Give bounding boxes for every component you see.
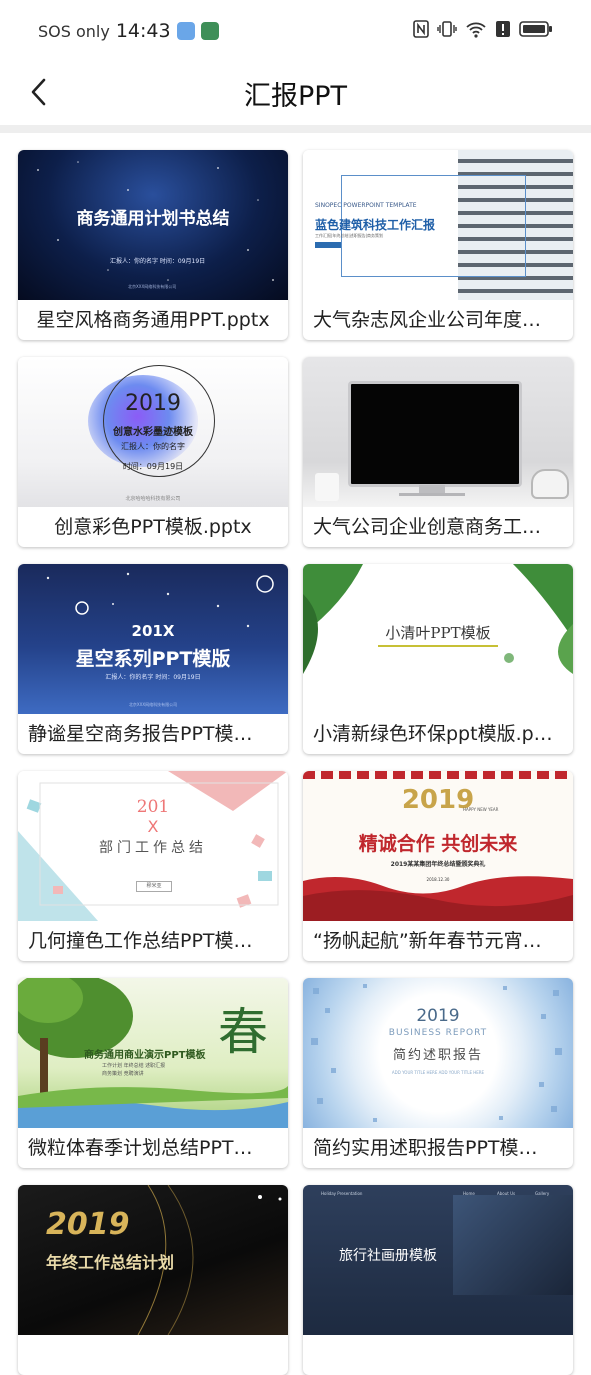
template-thumbnail: 201X 星空系列PPT模版 汇报人：你的名字 时间：09月19日 北京XXX网… bbox=[18, 564, 288, 714]
thumb-subtitle: 星空系列PPT模版 bbox=[75, 648, 231, 670]
template-thumbnail: 商务通用计划书总结 汇报人：你的名字 时间：09月19日 北京XXX网络科技有限… bbox=[18, 150, 288, 300]
page-title: 汇报PPT bbox=[243, 81, 348, 112]
thumb-title: 商务通用商业演示PPT模板 bbox=[84, 1050, 206, 1061]
template-card[interactable]: 2019 BUSINESS REPORT 简约述职报告 ADD YOUR TIT… bbox=[303, 978, 573, 1168]
template-card[interactable]: Holiday Presentation Home About Us Galle… bbox=[303, 1185, 573, 1375]
template-caption: 星空风格商务通用PPT.pptx bbox=[36, 309, 270, 331]
template-caption: 几何撞色工作总结PPT模… bbox=[28, 930, 253, 952]
template-caption: “扬帆起航”新年春节元宵… bbox=[313, 930, 542, 952]
thumb-footer: 北京XXX网络科技有限公司 bbox=[128, 702, 178, 707]
template-thumbnail: SINOPEC POWERPOINT TEMPLATE 蓝色建筑科技工作汇报 工… bbox=[303, 150, 573, 300]
template-caption bbox=[18, 1335, 288, 1375]
vibrate-icon bbox=[437, 21, 457, 37]
template-caption: 微粒体春季计划总结PPT… bbox=[28, 1137, 253, 1159]
template-thumbnail: 小清叶PPT模板 bbox=[303, 564, 573, 714]
thumb-title: 商务通用计划书总结 bbox=[76, 209, 230, 229]
template-card[interactable]: 小清叶PPT模板 小清新绿色环保ppt模版.p… bbox=[303, 564, 573, 754]
thumb-title: 小清叶PPT模板 bbox=[385, 624, 491, 642]
template-caption: 简约实用述职报告PPT模… bbox=[313, 1137, 538, 1159]
thumb-subtitle: HAPPY NEW YEAR bbox=[463, 807, 499, 812]
template-card[interactable]: 商务通用计划书总结 汇报人：你的名字 时间：09月19日 北京XXX网络科技有限… bbox=[18, 150, 288, 340]
thumb-footer: 北京XXX网络科技有限公司 bbox=[128, 284, 177, 289]
thumb-subtitle: BUSINESS REPORT bbox=[388, 1028, 488, 1038]
thumb-footer: 北京哈哈哈科技有限公司 bbox=[125, 496, 181, 502]
thumb-subtitle: 创意水彩墨迹模板 bbox=[113, 427, 193, 438]
thumb-title: 2019 bbox=[401, 785, 475, 815]
alert-icon bbox=[496, 21, 510, 37]
template-caption: 大气公司企业创意商务工… bbox=[313, 516, 542, 538]
thumb-line1: 简约述职报告 bbox=[392, 1048, 483, 1063]
thumb-title: 2019 bbox=[416, 1006, 460, 1026]
template-caption: 创意彩色PPT模板.pptx bbox=[54, 516, 252, 538]
thumb-title: 201X bbox=[131, 622, 175, 640]
template-card[interactable]: 2019 创意水彩墨迹模板 汇报人：你的名字 时间：09月19日 北京哈哈哈科技… bbox=[18, 357, 288, 547]
template-thumbnail bbox=[303, 357, 573, 507]
template-thumbnail: 2019 创意水彩墨迹模板 汇报人：你的名字 时间：09月19日 北京哈哈哈科技… bbox=[18, 357, 288, 507]
thumb-footer: 2018.12.30 bbox=[426, 877, 450, 882]
thumb-subtitle: 部门工作总结 bbox=[99, 840, 207, 856]
thumb-subtitle: 汇报人：你的名字 时间：09月19日 bbox=[110, 258, 206, 265]
thumb-footer: ADD YOUR TITLE HERE ADD YOUR TITLE HERE bbox=[391, 1070, 485, 1075]
thumb-nav-home: Home bbox=[463, 1191, 475, 1196]
template-card[interactable]: 大气公司企业创意商务工… bbox=[303, 357, 573, 547]
template-thumbnail: 201 X 部门工作总结 穆米亚 bbox=[18, 771, 288, 921]
thumb-footer: 穆米亚 bbox=[136, 881, 172, 892]
template-card[interactable]: 春 商务通用商业演示PPT模板 工作计划 年终总结 述职汇报 商务策划 竞聘演讲… bbox=[18, 978, 288, 1168]
template-thumbnail: 2019 HAPPY NEW YEAR 精诚合作 共创未来 2019某某集团年终… bbox=[303, 771, 573, 921]
thumb-line1: 汇报人：你的名字 时间：09月19日 bbox=[105, 674, 201, 681]
template-card[interactable]: 2019 HAPPY NEW YEAR 精诚合作 共创未来 2019某某集团年终… bbox=[303, 771, 573, 961]
thumb-subtitle: SINOPEC POWERPOINT TEMPLATE bbox=[315, 202, 417, 209]
nfc-icon bbox=[413, 20, 429, 38]
thumb-title: 2019 bbox=[125, 391, 181, 416]
status-bar: SOS only 14:43 bbox=[0, 0, 591, 62]
fitness-app-icon bbox=[200, 22, 219, 40]
clock: 14:43 bbox=[115, 20, 171, 42]
template-thumbnail: 2019 BUSINESS REPORT 简约述职报告 ADD YOUR TIT… bbox=[303, 978, 573, 1128]
template-caption bbox=[303, 1335, 573, 1375]
thumb-mark: X bbox=[147, 817, 159, 836]
thumb-line2: 时间：09月19日 bbox=[122, 462, 184, 471]
template-thumbnail: 2019 年终工作总结计划 bbox=[18, 1185, 288, 1335]
network-status: SOS only bbox=[38, 21, 110, 41]
thumb-line1: 商务策划 竞聘演讲 bbox=[102, 1071, 144, 1077]
thumb-nav-gallery: Gallery bbox=[535, 1191, 550, 1196]
thumb-title: 蓝色建筑科技工作汇报 bbox=[315, 218, 436, 232]
thumb-mark: 春 bbox=[218, 1003, 268, 1061]
header-divider bbox=[0, 125, 591, 133]
template-caption: 静谧星空商务报告PPT模… bbox=[28, 723, 253, 745]
thumb-title: 旅行社画册模板 bbox=[339, 1248, 437, 1264]
wifi-icon bbox=[466, 22, 486, 38]
template-caption: 大气杂志风企业公司年度… bbox=[313, 309, 542, 331]
thumb-title: 2019 bbox=[46, 1207, 130, 1242]
thumb-footer: 工作汇报|年终总结|述职报告|商务策划 bbox=[315, 233, 384, 238]
thumb-nav-about: About Us bbox=[497, 1191, 516, 1196]
battery-icon bbox=[519, 21, 552, 37]
app-header: 汇报PPT bbox=[0, 62, 591, 124]
template-card[interactable]: 201X 星空系列PPT模版 汇报人：你的名字 时间：09月19日 北京XXX网… bbox=[18, 564, 288, 754]
thumb-subtitle: 工作计划 年终总结 述职汇报 bbox=[102, 1063, 166, 1069]
template-card[interactable]: 201 X 部门工作总结 穆米亚 几何撞色工作总结PPT模… bbox=[18, 771, 288, 961]
template-thumbnail: 春 商务通用商业演示PPT模板 工作计划 年终总结 述职汇报 商务策划 竞聘演讲 bbox=[18, 978, 288, 1128]
template-card[interactable]: SINOPEC POWERPOINT TEMPLATE 蓝色建筑科技工作汇报 工… bbox=[303, 150, 573, 340]
thumb-line1: 汇报人：你的名字 bbox=[121, 442, 185, 451]
thumb-line1: 精诚合作 共创未来 bbox=[358, 833, 518, 855]
template-thumbnail: Holiday Presentation Home About Us Galle… bbox=[303, 1185, 573, 1335]
thumb-line2: 2019某某集团年终总结暨颁奖典礼 bbox=[390, 861, 486, 868]
thumb-title: 201 bbox=[136, 797, 170, 817]
weather-app-icon bbox=[176, 22, 195, 40]
thumb-subtitle: 年终工作总结计划 bbox=[46, 1253, 175, 1272]
template-card[interactable]: 2019 年终工作总结计划 bbox=[18, 1185, 288, 1375]
template-caption: 小清新绿色环保ppt模版.p… bbox=[313, 723, 553, 745]
thumb-subtitle: Holiday Presentation bbox=[321, 1191, 363, 1196]
